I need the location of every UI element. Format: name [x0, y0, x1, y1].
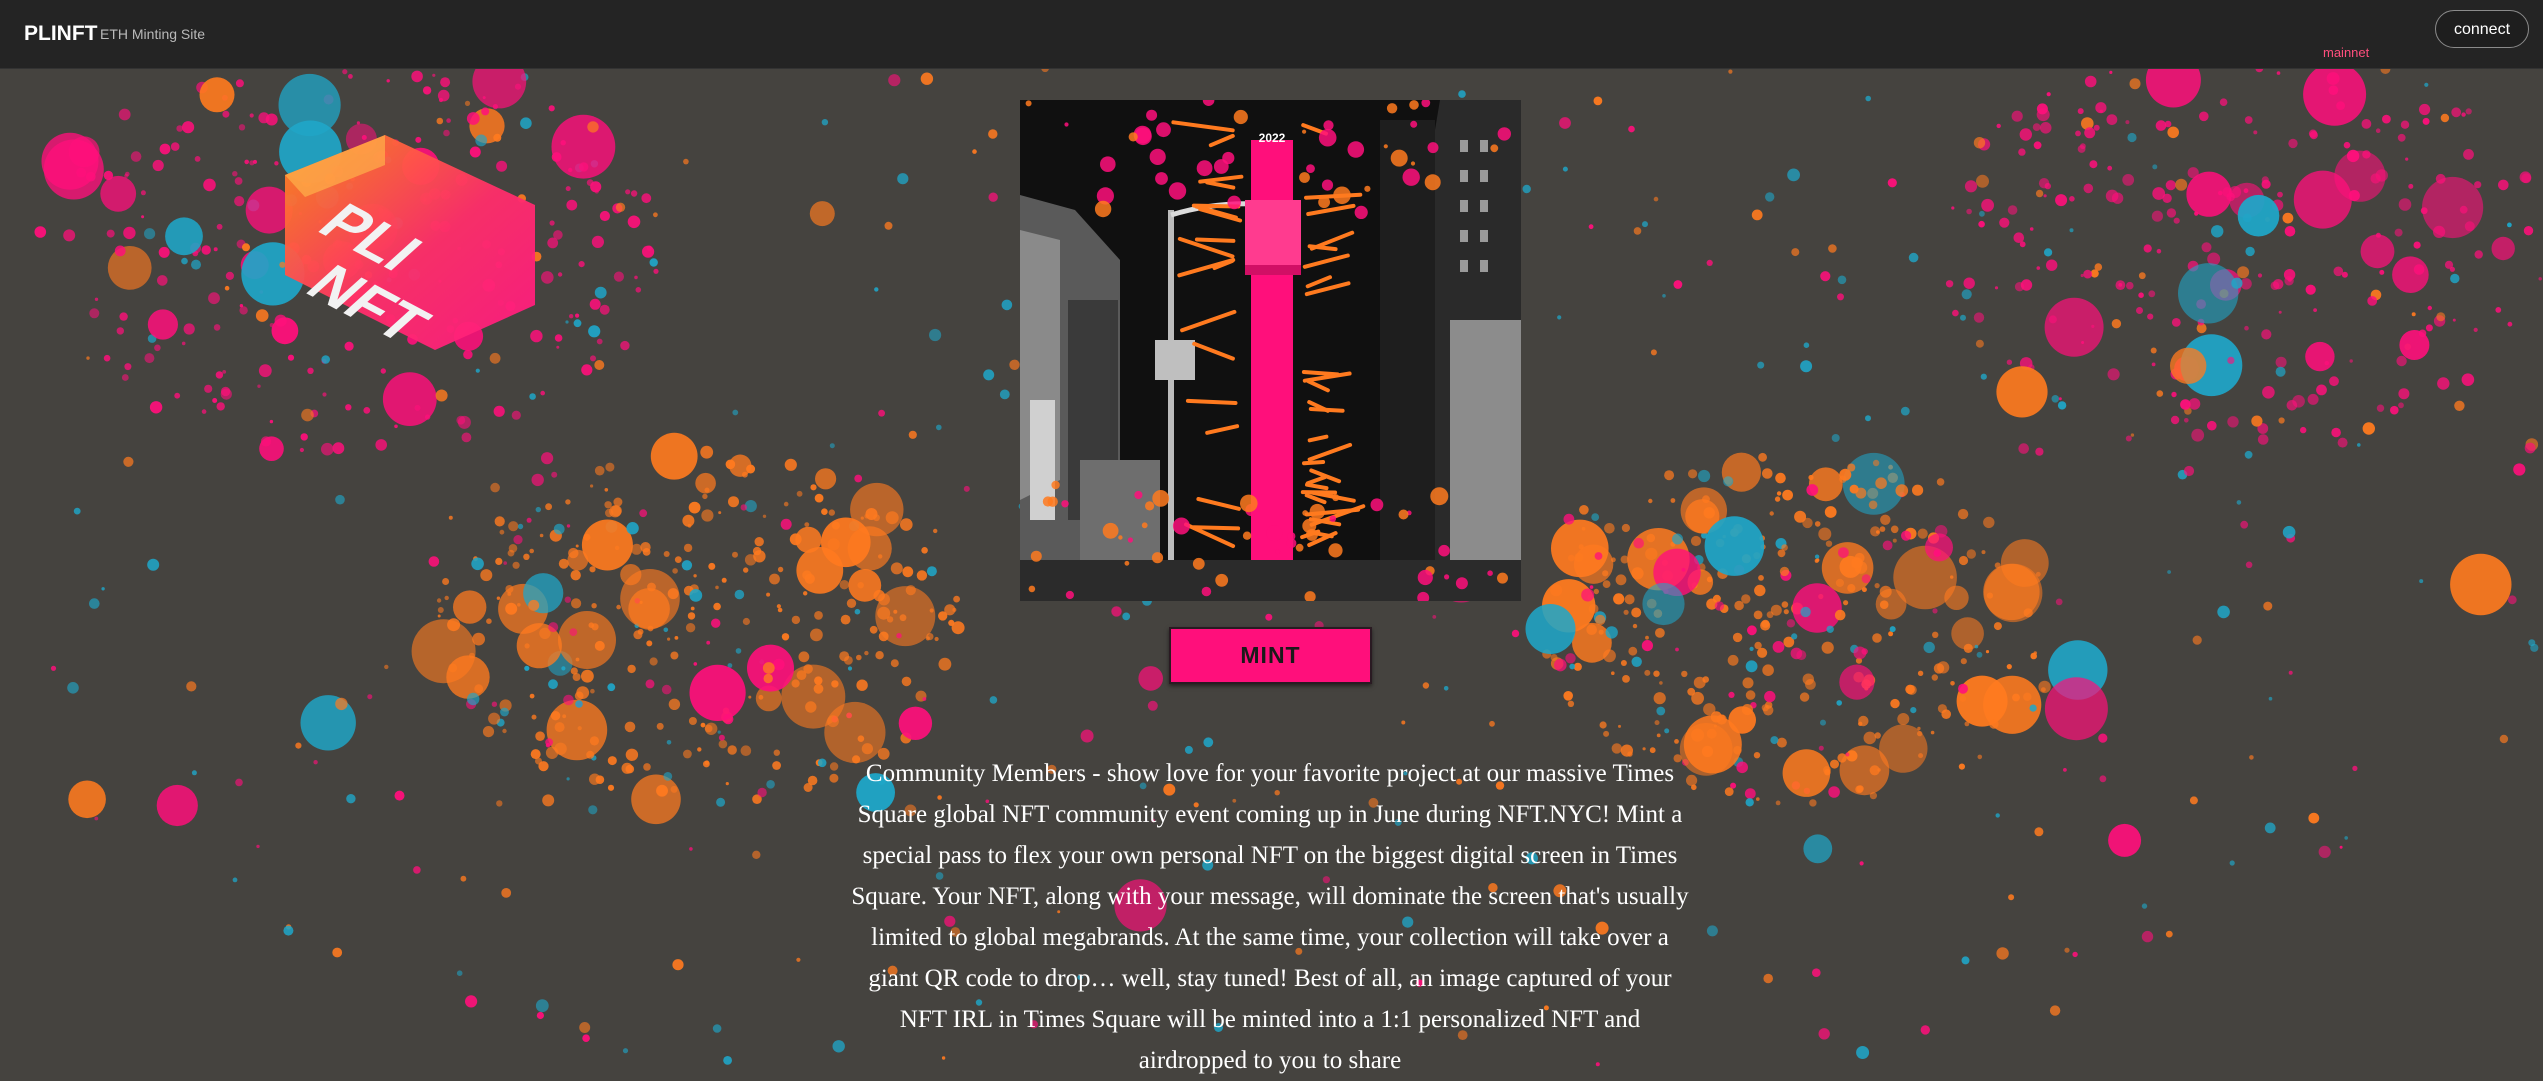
- network-indicator: mainnet: [2323, 45, 2369, 60]
- connect-wallet-button[interactable]: connect: [2435, 10, 2529, 48]
- site-tagline: ETH Minting Site: [100, 26, 205, 42]
- mint-button[interactable]: MINT: [1169, 627, 1372, 684]
- top-navigation-bar: PLINFT ETH Minting Site mainnet connect: [0, 0, 2543, 69]
- site-brand[interactable]: PLINFT: [24, 22, 98, 46]
- hero-nft-image: 2022: [1020, 100, 1521, 601]
- year-label: 2022: [1259, 131, 1286, 145]
- event-description: Community Members - show love for your f…: [845, 753, 1695, 1081]
- plinft-logo: PLI NFT: [275, 135, 545, 355]
